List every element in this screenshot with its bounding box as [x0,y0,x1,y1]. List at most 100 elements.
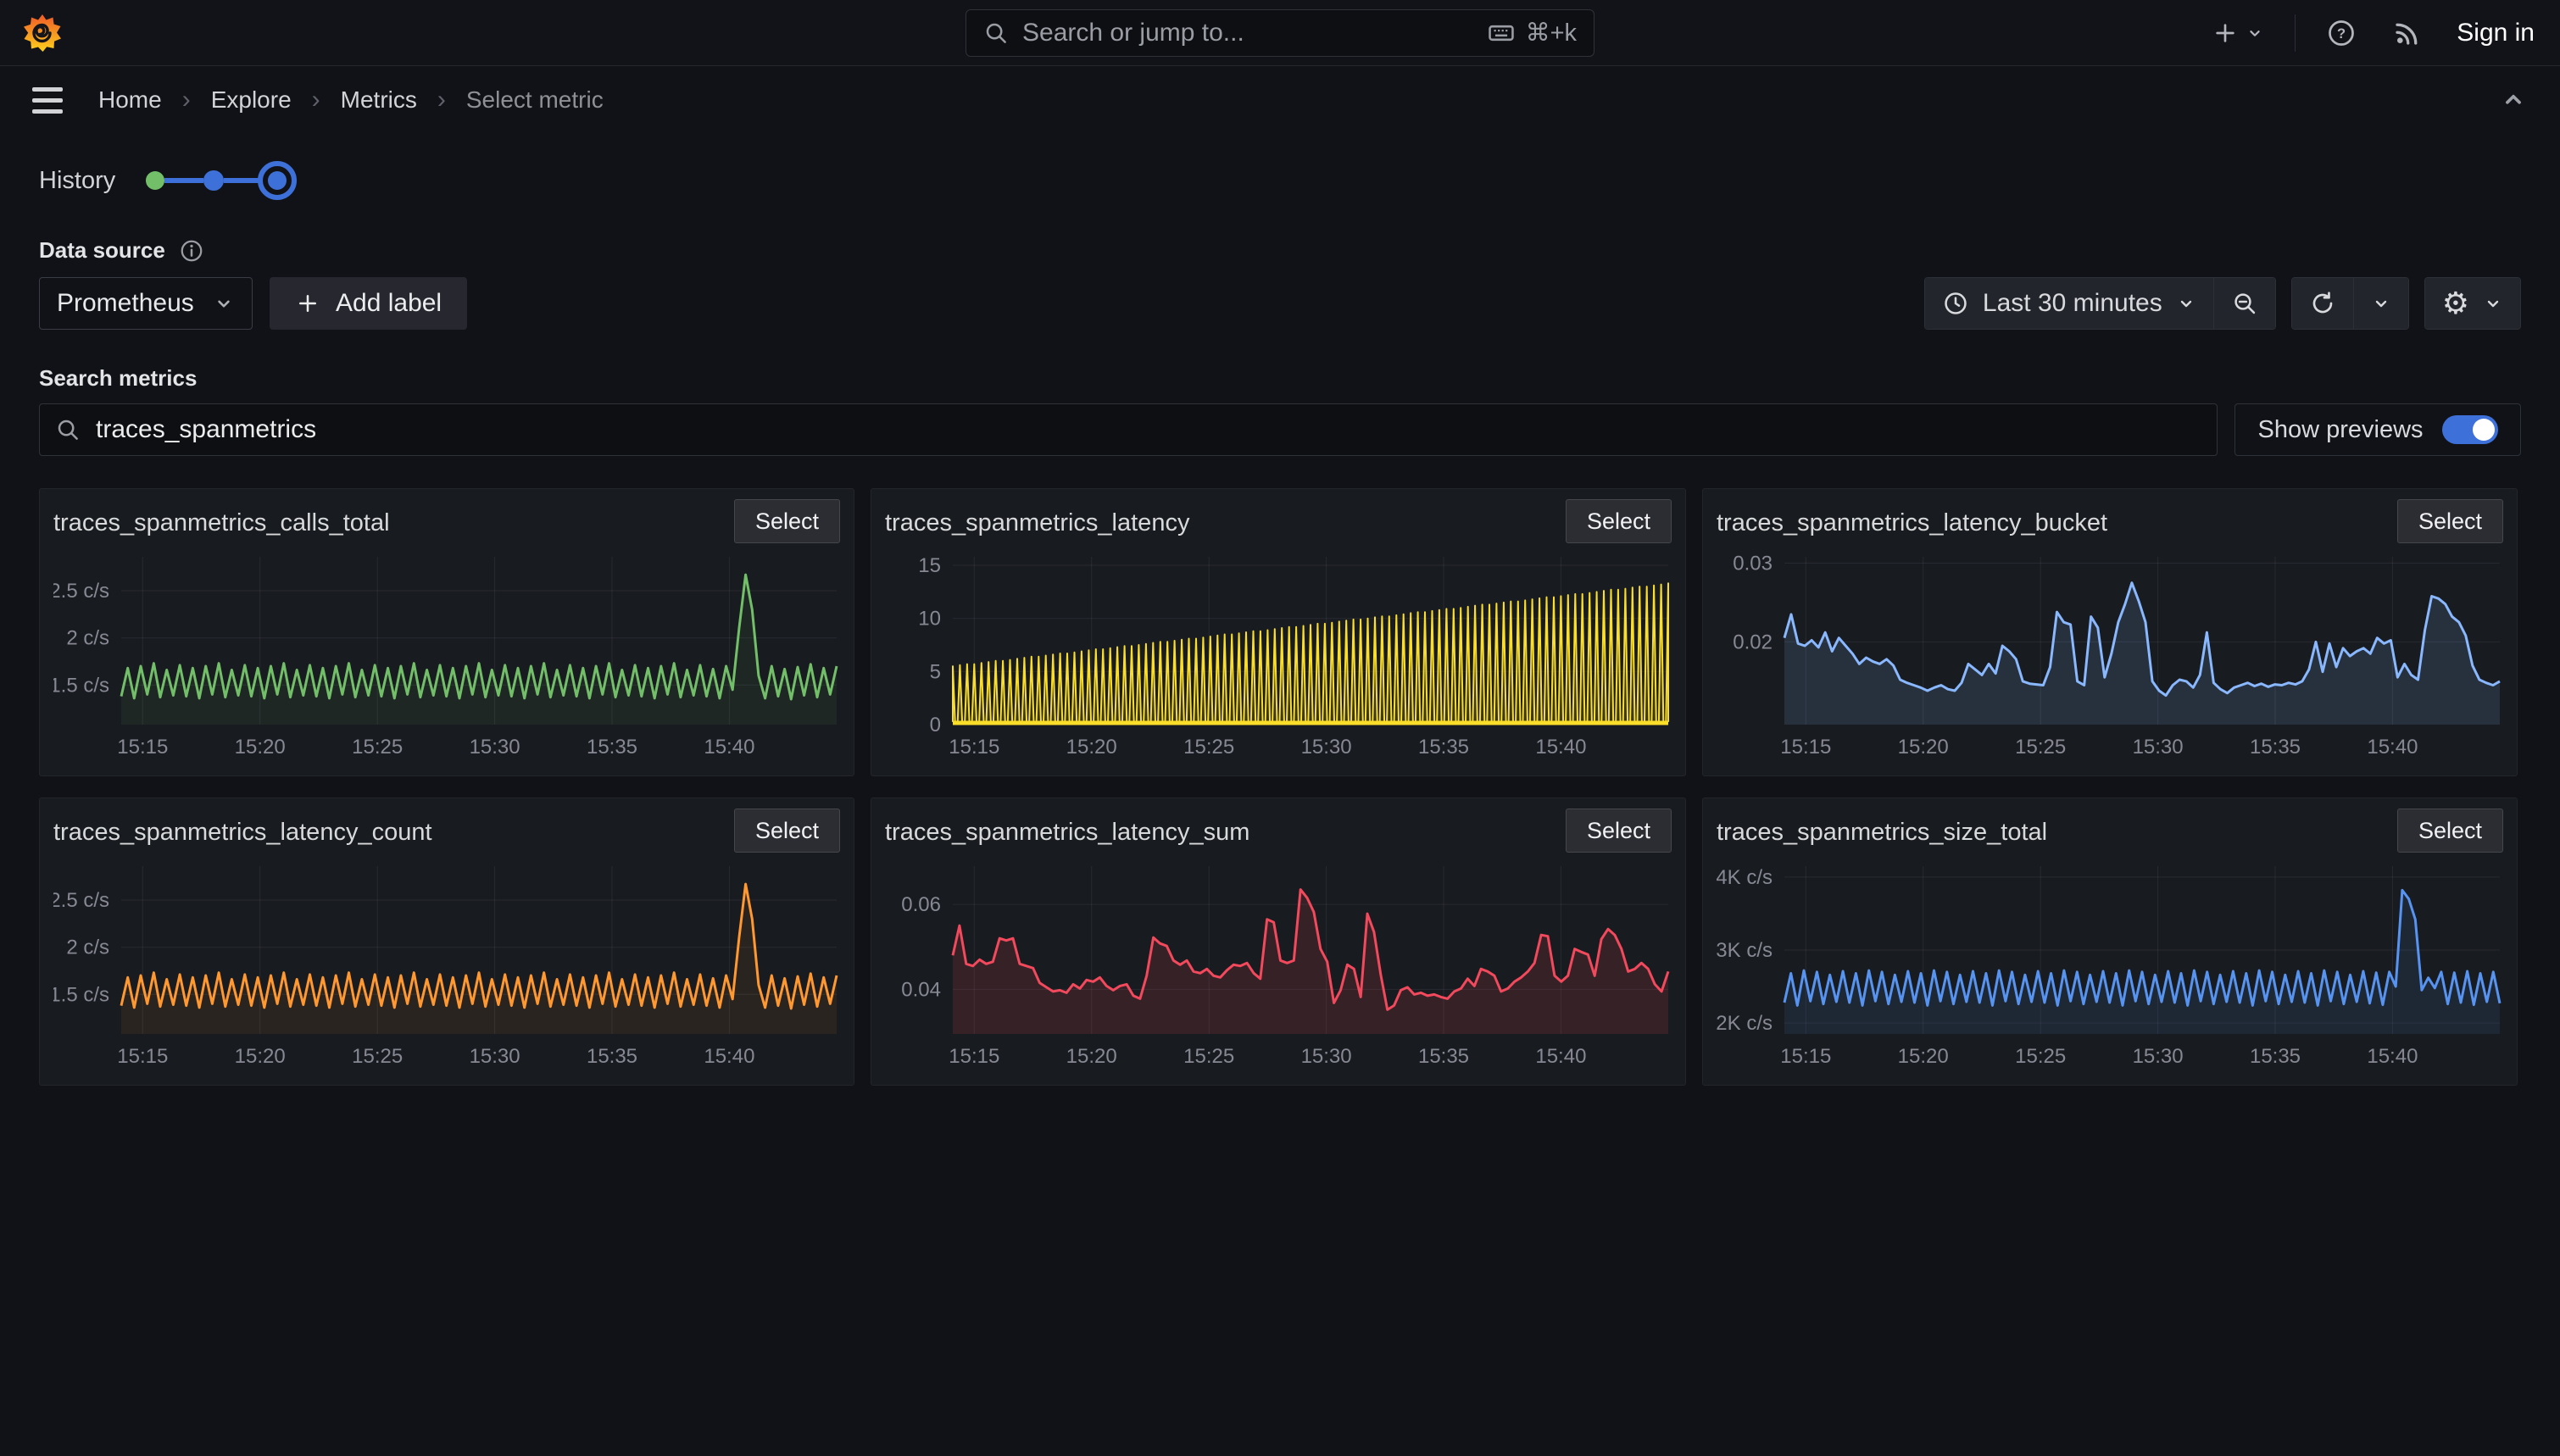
search-icon [983,20,1009,46]
svg-text:15:35: 15:35 [587,736,637,759]
sign-in-link[interactable]: Sign in [2453,14,2538,53]
breadcrumb-separator: › [437,86,446,114]
gear-icon: ⚙ [2442,288,2469,319]
metric-preview-chart[interactable]: 0.040.0615:1515:2015:2515:3015:3515:40 [885,858,1672,1071]
svg-text:0.02: 0.02 [1733,631,1773,653]
metric-panel: traces_spanmetrics_latency_count Select … [39,797,854,1086]
search-icon [55,417,81,442]
svg-text:2.5 c/s: 2.5 c/s [53,580,109,603]
time-range-label: Last 30 minutes [1983,289,2162,318]
metric-preview-chart[interactable]: 2K c/s3K c/s4K c/s15:1515:2015:2515:3015… [1717,858,2503,1071]
global-search-input[interactable]: Search or jump to... ⌘+k [966,9,1594,57]
svg-text:15:25: 15:25 [2015,1045,2066,1068]
panel-select-button[interactable]: Select [734,809,840,853]
svg-text:4K c/s: 4K c/s [1717,866,1773,889]
zoom-out-button[interactable] [2213,278,2275,329]
show-previews-control: Show previews [2234,403,2521,456]
panel-select-button[interactable]: Select [1566,499,1672,543]
refresh-interval-picker[interactable] [2353,278,2408,329]
chevron-down-icon [2246,24,2264,42]
panel-title: traces_spanmetrics_latency_count [53,809,432,847]
svg-text:15:20: 15:20 [1066,1045,1117,1068]
chevron-down-icon [2483,293,2503,314]
panel-title: traces_spanmetrics_size_total [1717,809,2047,847]
metric-panel: traces_spanmetrics_latency_bucket Select… [1702,488,2518,776]
time-range-picker[interactable]: Last 30 minutes [1925,278,2213,329]
history-timeline[interactable] [146,161,297,200]
breadcrumb-bar: Home › Explore › Metrics › Select metric [0,66,2560,134]
svg-text:15:40: 15:40 [1535,1045,1586,1068]
chevron-down-icon [2176,293,2196,314]
panel-title: traces_spanmetrics_latency [885,499,1189,537]
chevron-down-icon [213,292,235,314]
metric-preview-chart[interactable]: 0.020.0315:1515:2015:2515:3015:3515:40 [1717,548,2503,762]
panel-select-button[interactable]: Select [1566,809,1672,853]
svg-text:0: 0 [930,714,941,736]
panel-select-button[interactable]: Select [734,499,840,543]
svg-text:15:15: 15:15 [949,1045,999,1068]
refresh-button[interactable] [2292,278,2353,329]
svg-text:1.5 c/s: 1.5 c/s [53,674,109,697]
svg-text:15:25: 15:25 [2015,736,2066,759]
grafana-logo[interactable] [22,13,63,53]
svg-text:15:25: 15:25 [352,736,403,759]
svg-text:15:30: 15:30 [2133,1045,2184,1068]
global-search-placeholder: Search or jump to... [1022,19,1244,47]
breadcrumb-explore[interactable]: Explore [211,86,292,114]
history-step-dot[interactable] [203,170,224,191]
svg-text:15:35: 15:35 [1418,1045,1469,1068]
search-shortcut-hint: ⌘+k [1526,18,1577,47]
panel-select-button[interactable]: Select [2397,499,2503,543]
svg-text:15:15: 15:15 [949,736,999,759]
metric-preview-chart[interactable]: 05101515:1515:2015:2515:3015:3515:40 [885,548,1672,762]
svg-text:15:30: 15:30 [2133,736,2184,759]
metric-panels-grid: traces_spanmetrics_calls_total Select 1.… [39,488,2521,1086]
breadcrumb: Home › Explore › Metrics › Select metric [98,86,604,114]
news-button[interactable] [2387,13,2428,53]
collapse-toolbar-button[interactable] [2492,79,2535,121]
panel-title: traces_spanmetrics_latency_bucket [1717,499,2107,537]
svg-text:15:40: 15:40 [704,1045,754,1068]
svg-text:15:15: 15:15 [117,736,168,759]
svg-text:10: 10 [918,608,941,631]
svg-text:15:20: 15:20 [1066,736,1117,759]
svg-text:0.06: 0.06 [901,893,941,916]
svg-text:15:25: 15:25 [1183,1045,1234,1068]
data-source-picker[interactable]: Prometheus [39,277,253,330]
refresh-icon [2309,290,2336,317]
svg-text:15:20: 15:20 [235,1045,286,1068]
show-previews-toggle[interactable] [2442,415,2498,444]
help-button[interactable]: ? [2321,13,2362,53]
panel-title: traces_spanmetrics_calls_total [53,499,390,537]
metric-preview-chart[interactable]: 1.5 c/s2 c/s2.5 c/s15:1515:2015:2515:301… [53,858,840,1071]
data-source-label: Data source [39,237,165,264]
zoom-out-icon [2231,290,2258,317]
history-label: History [39,167,115,195]
new-menu-button[interactable] [2207,14,2269,52]
svg-text:15: 15 [918,554,941,577]
show-previews-label: Show previews [2257,416,2423,444]
metric-panel: traces_spanmetrics_size_total Select 2K … [1702,797,2518,1086]
history-current-step-dot[interactable] [258,161,297,200]
svg-text:15:40: 15:40 [2367,736,2418,759]
menu-toggle-button[interactable] [25,81,70,120]
metric-preview-chart[interactable]: 1.5 c/s2 c/s2.5 c/s15:1515:2015:2515:301… [53,548,840,762]
info-icon[interactable] [179,238,204,264]
svg-text:15:35: 15:35 [587,1045,637,1068]
panel-select-button[interactable]: Select [2397,809,2503,853]
history-row: History [39,161,2521,200]
svg-text:2 c/s: 2 c/s [66,627,109,650]
metric-panel: traces_spanmetrics_latency_sum Select 0.… [871,797,1686,1086]
breadcrumb-metrics[interactable]: Metrics [341,86,417,114]
help-icon: ? [2326,18,2357,48]
settings-button[interactable]: ⚙ [2425,278,2520,329]
history-step-start-dot[interactable] [146,171,164,190]
breadcrumb-home[interactable]: Home [98,86,162,114]
svg-text:15:15: 15:15 [1780,1045,1831,1068]
add-label-button[interactable]: Add label [270,277,467,330]
svg-text:15:40: 15:40 [704,736,754,759]
nav-divider [2295,14,2296,52]
keyboard-icon [1487,19,1516,47]
search-metrics-input[interactable]: traces_spanmetrics [39,403,2218,456]
svg-text:15:20: 15:20 [1898,1045,1949,1068]
